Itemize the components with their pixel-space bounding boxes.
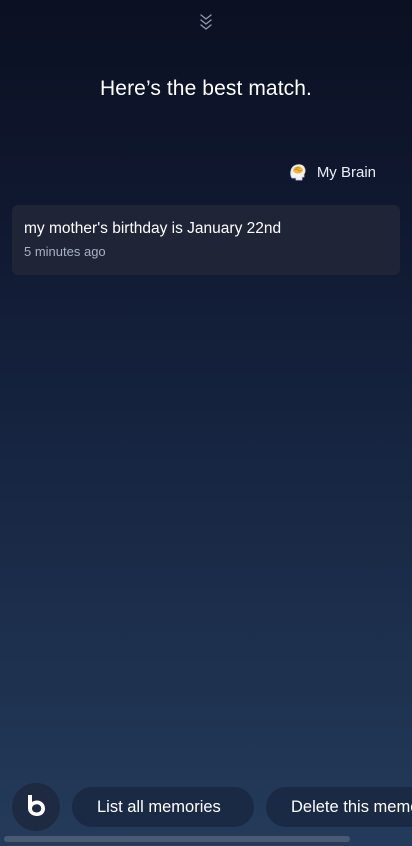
suggestion-chip-delete-memory[interactable]: Delete this memory	[266, 787, 412, 827]
memory-text: my mother's birthday is January 22nd	[24, 220, 282, 237]
response-headline: Here’s the best match.	[100, 77, 312, 100]
memory-timestamp: 5 minutes ago	[24, 244, 106, 259]
brain-head-icon	[287, 161, 309, 183]
suggestion-bar: List all memories Delete this memory	[0, 781, 412, 833]
source-label-row: My Brain	[287, 160, 376, 184]
source-label: My Brain	[316, 163, 376, 181]
memory-card[interactable]: my mother's birthday is January 22nd 5 m…	[12, 205, 400, 275]
double-chevron-down-icon[interactable]	[199, 12, 213, 32]
suggestion-chip-list-memories[interactable]: List all memories	[72, 787, 254, 827]
bixby-icon	[23, 792, 49, 823]
horizontal-scrollbar[interactable]	[4, 836, 350, 842]
bixby-button[interactable]	[12, 783, 60, 831]
